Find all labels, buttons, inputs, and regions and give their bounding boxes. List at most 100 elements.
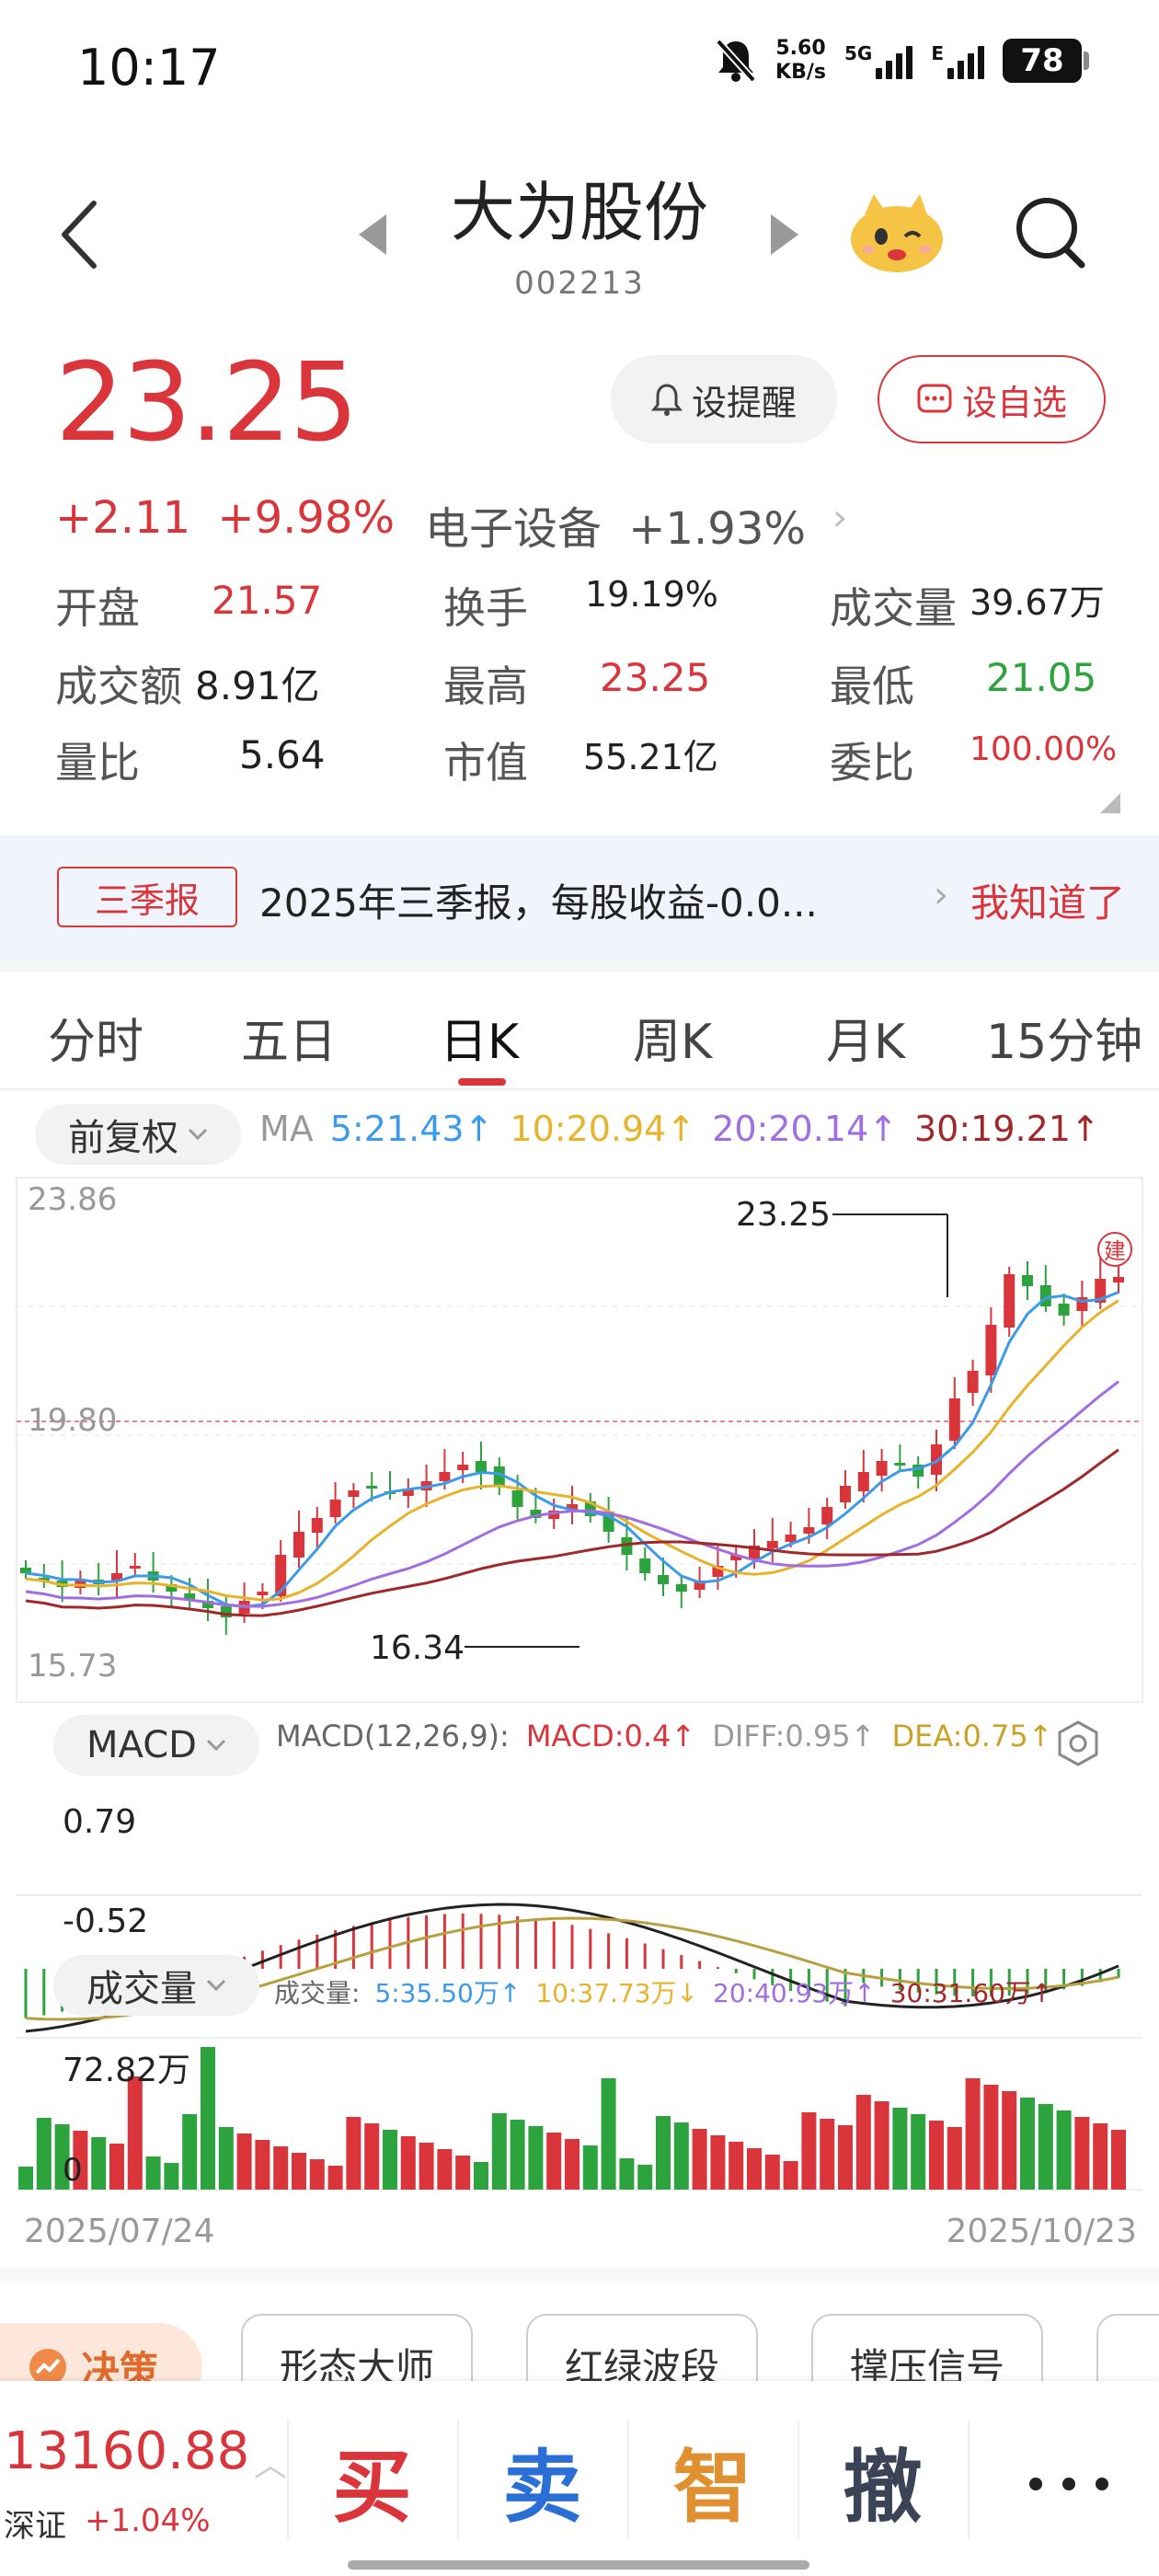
report-text: 2025年三季报，每股收益-0.0... [259, 880, 818, 926]
adjust-selector[interactable]: 前复权 [35, 1104, 241, 1165]
chevron-right-icon[interactable]: › [832, 497, 847, 539]
tab-five-day[interactable]: 五日 [241, 1003, 337, 1072]
stat-label-volratio: 量比 [55, 738, 140, 788]
expand-stats-icon[interactable] [1100, 793, 1120, 813]
sector-change: +1.93% [628, 503, 806, 555]
stat-value-open: 21.57 [212, 578, 323, 623]
signal-5g: 5G [844, 42, 913, 79]
chevron-down-icon [188, 1128, 208, 1141]
candle-body [457, 1465, 469, 1470]
candle-body [329, 1500, 341, 1517]
mascot-icon[interactable] [846, 189, 947, 276]
index-name: 深证 [4, 2508, 66, 2545]
divider [0, 1088, 1159, 1090]
volume-bar [965, 2078, 981, 2190]
volume-selector-label: 成交量 [86, 1968, 197, 2010]
smart-button[interactable]: 智 [627, 2429, 798, 2534]
candle-body [366, 1486, 378, 1489]
candle-body [293, 1532, 304, 1558]
cancel-order-button[interactable]: 撤 [798, 2429, 968, 2534]
stat-value-volume: 39.67万 [970, 582, 1105, 623]
volume-bar [474, 2162, 488, 2190]
stock-code: 002213 [514, 265, 645, 302]
sector-name: 电子设备 [425, 503, 602, 555]
tab-15min[interactable]: 15分钟 [986, 1003, 1142, 1072]
candle-body [766, 1541, 778, 1548]
macd-selector[interactable]: MACD [53, 1715, 259, 1776]
vol5-value: 5:35.50万↑ [374, 1978, 522, 2008]
volume-bar [710, 2135, 726, 2190]
volume-bar [164, 2163, 179, 2190]
sector-link[interactable]: 电子设备 +1.93% [425, 492, 806, 557]
buy-button[interactable]: 买 [287, 2429, 457, 2534]
current-price: 23.25 [55, 339, 359, 466]
next-stock-icon[interactable] [771, 214, 798, 255]
ma-lines [25, 1291, 1119, 1617]
volume-bar [182, 2114, 198, 2190]
volume-bar [491, 2113, 507, 2190]
volume-bar [327, 2166, 343, 2190]
ma-label: MA [259, 1109, 314, 1149]
tab-monthly-k[interactable]: 月K [826, 1003, 905, 1072]
candle-body [876, 1461, 888, 1476]
vol20-value: 20:40.93万↑ [713, 1978, 876, 2008]
volume-bar [855, 2095, 871, 2190]
signal-e-label: E [931, 42, 944, 64]
more-icon[interactable] [1025, 2475, 1113, 2493]
sell-button[interactable]: 卖 [457, 2429, 627, 2534]
volume-bar [892, 2108, 908, 2190]
volume-bar [601, 2078, 616, 2190]
ma-line [25, 1291, 1119, 1609]
volume-bar [565, 2139, 580, 2190]
kline-chart[interactable]: 23.86 19.80 15.73 23.25 16.34 建 0.79 -0.… [0, 1168, 1159, 2208]
stat-label-high: 最高 [443, 661, 528, 711]
macd-params: MACD(12,26,9): [276, 1719, 510, 1754]
chevron-right-icon: › [934, 874, 948, 916]
chevron-up-icon[interactable]: ︿ [254, 2438, 287, 2486]
candle-body [1004, 1274, 1016, 1328]
candle-body [840, 1486, 851, 1502]
volume-selector[interactable]: 成交量 [53, 1955, 259, 2016]
dismiss-button[interactable]: 我知道了 [970, 872, 1125, 928]
volume-bar [983, 2085, 999, 2190]
signal-bars-icon [876, 42, 913, 79]
report-tag: 三季报 [57, 867, 237, 927]
candle-body [658, 1575, 669, 1584]
volume-bar [400, 2136, 416, 2190]
date-start: 2025/07/24 [24, 2213, 215, 2250]
candle-body [129, 1566, 141, 1569]
settings-icon[interactable] [1053, 1719, 1103, 1768]
volume-legend: 成交量: 5:35.50万↑ 10:37.73万↓ 20:40.93万↑ 30:… [274, 1973, 1052, 2010]
active-tab-indicator [458, 1078, 506, 1086]
volume-bar [455, 2156, 471, 2190]
chevron-down-icon [206, 1739, 226, 1752]
candle-body [894, 1463, 906, 1466]
tab-daily-k[interactable]: 日K [440, 1003, 519, 1072]
candle-body [1113, 1277, 1124, 1282]
tab-weekly-k[interactable]: 周K [633, 1003, 712, 1072]
volume-bar [911, 2114, 926, 2190]
search-icon[interactable] [1012, 193, 1089, 270]
divider [0, 2268, 1159, 2281]
volume-bar [582, 2145, 598, 2190]
candle-body [1022, 1275, 1033, 1286]
add-watchlist-button[interactable]: 设自选 [878, 355, 1106, 443]
status-icons: 5.60 KB/s 5G E 78 [715, 37, 1089, 85]
candle-body [311, 1518, 323, 1533]
index-value[interactable]: 13160.88 [4, 2421, 249, 2481]
stat-label-turnover: 换手 [443, 583, 528, 633]
candle-body [1058, 1304, 1070, 1316]
volume-bar [1002, 2091, 1017, 2190]
macd-y-top: 0.79 [63, 1803, 136, 1841]
set-alert-button[interactable]: 设提醒 [611, 355, 837, 443]
ma-line [25, 1299, 1119, 1602]
volume-bar [1038, 2104, 1053, 2190]
macd-y-bottom: -0.52 [63, 1903, 148, 1940]
tab-intraday[interactable]: 分时 [48, 1003, 143, 1072]
vol-y-bottom: 0 [63, 2152, 83, 2189]
volume-bar [364, 2123, 380, 2190]
volume-bar [801, 2112, 817, 2190]
volume-bar [91, 2137, 107, 2190]
low-label: 16.34 [370, 1629, 465, 1667]
volume-bar [874, 2101, 889, 2190]
